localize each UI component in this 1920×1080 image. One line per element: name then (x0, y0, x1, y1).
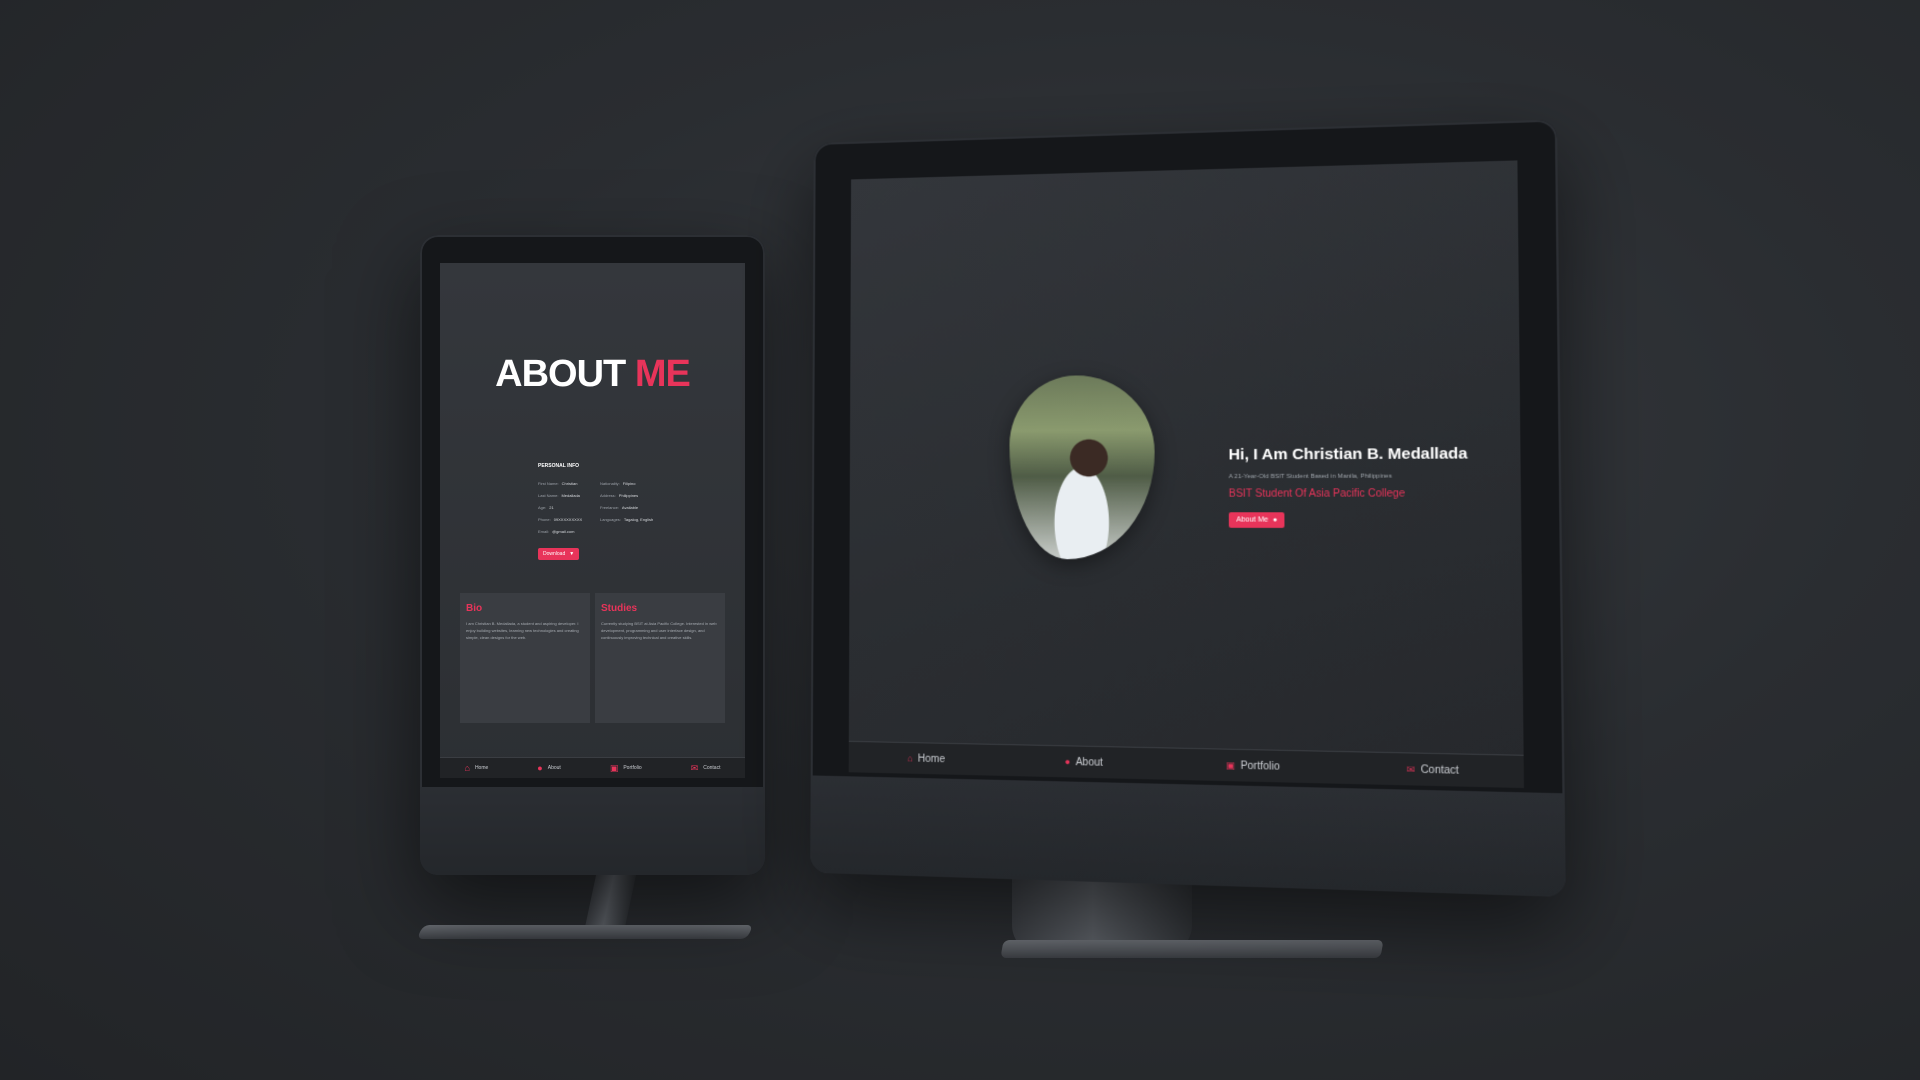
nav-contact[interactable]: ✉ Contact (1407, 764, 1459, 777)
nav-portfolio[interactable]: ▣ Portfolio (610, 763, 642, 774)
personal-info-title: PERSONAL INFO (538, 463, 579, 469)
info-row: First Name: Christian (538, 477, 582, 489)
nav-home[interactable]: ⌂ Home (465, 763, 489, 773)
nav-home[interactable]: ⌂ Home (907, 753, 945, 765)
info-key: Address: (600, 493, 616, 498)
info-value: 21 (549, 505, 553, 510)
about-me-button[interactable]: About Me ● (1229, 512, 1285, 528)
nav-about[interactable]: ● About (1065, 756, 1103, 768)
nav-label: Home (475, 765, 488, 771)
info-row: Languages: Tagalog, English (600, 513, 653, 525)
info-column-left: First Name: Christian Last Name: Medallada… (538, 477, 582, 537)
mail-icon: ✉ (691, 763, 699, 774)
mail-icon: ✉ (1407, 764, 1415, 776)
right-screen: Hi, I Am Christian B. Medallada A 21-Yea… (849, 160, 1524, 788)
download-icon: ▼ (569, 551, 574, 557)
bio-card: Bio I am Christian B. Medallada, a stude… (460, 593, 590, 723)
info-row: Address: Philippines (600, 489, 653, 501)
nav-label: About (548, 765, 561, 771)
apple-icon (1139, 804, 1203, 806)
user-icon: ● (537, 763, 542, 773)
info-value: 09XXXXXXXXX (554, 517, 582, 522)
home-icon: ⌂ (907, 753, 913, 763)
info-row: Nationality: Filipino (600, 477, 653, 489)
user-icon: ● (1065, 757, 1071, 767)
info-row: Email: @gmail.com (538, 525, 582, 537)
info-value: Filipino (623, 481, 636, 486)
left-imac: ABOUT ME PERSONAL INFO First Name: Christ… (420, 235, 765, 875)
info-key: Age: (538, 505, 546, 510)
left-screen: ABOUT ME PERSONAL INFO First Name: Christ… (440, 263, 745, 778)
right-bezel: Hi, I Am Christian B. Medallada A 21-Yea… (810, 119, 1566, 897)
nav-label: Home (918, 753, 945, 765)
info-value: @gmail.com (552, 529, 574, 534)
info-key: Email: (538, 529, 549, 534)
info-column-right: Nationality: Filipino Address: Philippines… (600, 477, 653, 525)
nav-label: Portfolio (1240, 760, 1280, 772)
about-heading-accent: ME (635, 353, 690, 395)
studies-title: Studies (601, 603, 719, 614)
mockup-scene: ABOUT ME PERSONAL INFO First Name: Christ… (0, 0, 1920, 1080)
studies-card: Studies Currently studying BSIT at Asia … (595, 593, 725, 723)
info-row: Freelance: Available (600, 501, 653, 513)
nav-label: Contact (1421, 764, 1459, 777)
info-value: Medallada (561, 493, 579, 498)
info-key: Nationality: (600, 481, 620, 486)
left-stand-foot (417, 925, 754, 939)
right-chin (810, 775, 1566, 897)
left-bezel: ABOUT ME PERSONAL INFO First Name: Christ… (420, 235, 765, 875)
right-imac: Hi, I Am Christian B. Medallada A 21-Yea… (812, 140, 1522, 870)
bio-text: I am Christian B. Medallada, a student a… (466, 620, 584, 641)
bio-title: Bio (466, 603, 584, 614)
hero-role: BSIT Student Of Asia Pacific College (1229, 488, 1512, 500)
hero-text: Hi, I Am Christian B. Medallada A 21-Yea… (1229, 445, 1513, 529)
download-button[interactable]: Download ▼ (538, 548, 579, 560)
info-key: Freelance: (600, 505, 619, 510)
nav-portfolio[interactable]: ▣ Portfolio (1226, 760, 1280, 773)
hero-subtitle: A 21-Year-Old BSIT Student Based in Mani… (1229, 473, 1512, 480)
info-key: Languages: (600, 517, 621, 522)
profile-photo (1009, 375, 1154, 560)
nav-label: About (1076, 756, 1103, 768)
home-icon: ⌂ (465, 763, 470, 773)
briefcase-icon: ▣ (610, 763, 619, 774)
info-value: Tagalog, English (624, 517, 653, 522)
about-heading: ABOUT ME (440, 353, 745, 396)
info-row: Phone: 09XXXXXXXXX (538, 513, 582, 525)
nav-contact[interactable]: ✉ Contact (691, 763, 721, 774)
nav-about[interactable]: ● About (537, 763, 561, 773)
info-value: Philippines (619, 493, 638, 498)
nav-label: Portfolio (623, 765, 641, 771)
info-value: Available (622, 505, 638, 510)
user-icon: ● (1273, 516, 1278, 523)
info-key: Phone: (538, 517, 551, 522)
about-heading-main: ABOUT (495, 353, 625, 395)
info-key: Last Name: (538, 493, 558, 498)
info-row: Last Name: Medallada (538, 489, 582, 501)
info-value: Christian (562, 481, 578, 486)
info-row: Age: 21 (538, 501, 582, 513)
hero-greeting: Hi, I Am Christian B. Medallada (1229, 445, 1512, 464)
info-key: First Name: (538, 481, 559, 486)
download-button-label: Download (543, 551, 565, 557)
briefcase-icon: ▣ (1226, 760, 1235, 772)
left-chin (420, 787, 765, 875)
right-stand-foot (1000, 940, 1383, 958)
studies-text: Currently studying BSIT at Asia Pacific … (601, 620, 719, 641)
nav-label: Contact (703, 765, 720, 771)
about-me-button-label: About Me (1236, 516, 1268, 523)
left-navbar: ⌂ Home ● About ▣ Portfolio ✉ Contact (440, 757, 745, 778)
